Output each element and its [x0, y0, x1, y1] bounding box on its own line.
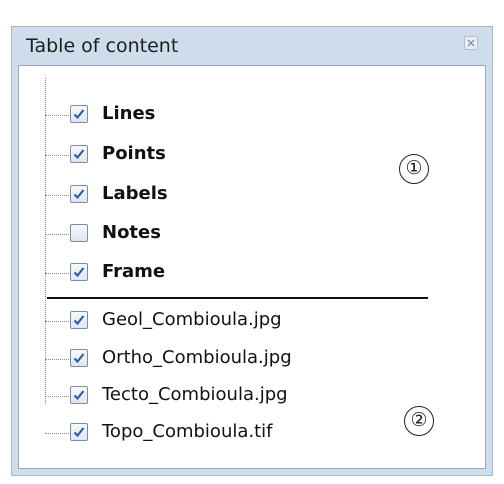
tree-branch	[45, 273, 69, 274]
layer-label: Labels	[102, 183, 168, 204]
tree-branch	[45, 234, 69, 235]
tree-branch	[45, 115, 69, 116]
layer-item-geol[interactable]: Geol_Combioula.jpg	[45, 309, 465, 332]
layer-label: Lines	[102, 103, 156, 124]
annotation-marker-1: ①	[399, 154, 429, 184]
layer-item-ortho[interactable]: Ortho_Combioula.jpg	[45, 347, 465, 370]
layer-label: Frame	[102, 261, 166, 282]
check-icon	[73, 267, 85, 278]
layer-label: Notes	[102, 222, 161, 243]
tree-branch	[45, 155, 69, 156]
layer-checkbox-notes[interactable]	[70, 224, 88, 242]
layer-label: Ortho_Combioula.jpg	[102, 347, 292, 368]
check-icon	[73, 427, 85, 438]
tree-branch	[45, 396, 69, 397]
annotation-marker-2: ②	[404, 406, 434, 436]
layer-checkbox-ortho[interactable]	[70, 349, 88, 367]
tree-branch	[45, 321, 69, 322]
check-icon	[73, 390, 85, 401]
tree-branch	[45, 195, 69, 196]
layer-item-notes[interactable]: Notes	[45, 222, 465, 245]
layer-checkbox-geol[interactable]	[70, 311, 88, 329]
layer-label: Geol_Combioula.jpg	[102, 309, 282, 330]
layer-item-topo[interactable]: Topo_Combioula.tif	[45, 421, 465, 444]
layer-checkbox-tecto[interactable]	[70, 386, 88, 404]
layer-item-lines[interactable]: Lines	[45, 103, 465, 126]
check-icon	[73, 109, 85, 120]
layer-label: Topo_Combioula.tif	[102, 421, 273, 442]
group-separator	[47, 297, 428, 299]
check-icon	[73, 189, 85, 200]
layer-checkbox-topo[interactable]	[70, 423, 88, 441]
check-icon	[73, 149, 85, 160]
layer-item-tecto[interactable]: Tecto_Combioula.jpg	[45, 384, 465, 407]
layer-checkbox-frame[interactable]	[70, 263, 88, 281]
layer-tree: Lines Points Labels Notes Frame Geol_Com…	[18, 65, 486, 469]
tree-branch	[45, 359, 69, 360]
layer-label: Tecto_Combioula.jpg	[102, 384, 288, 405]
layer-checkbox-labels[interactable]	[70, 185, 88, 203]
close-icon[interactable]	[464, 36, 478, 50]
layer-checkbox-points[interactable]	[70, 145, 88, 163]
check-icon	[73, 315, 85, 326]
tree-branch	[45, 433, 69, 434]
check-icon	[73, 353, 85, 364]
panel-title: Table of content	[26, 35, 179, 57]
layer-label: Points	[102, 143, 166, 164]
layer-item-labels[interactable]: Labels	[45, 183, 465, 206]
table-of-content-panel: Table of content Lines Points Labels Not…	[11, 26, 493, 476]
layer-checkbox-lines[interactable]	[70, 105, 88, 123]
layer-item-frame[interactable]: Frame	[45, 261, 465, 284]
